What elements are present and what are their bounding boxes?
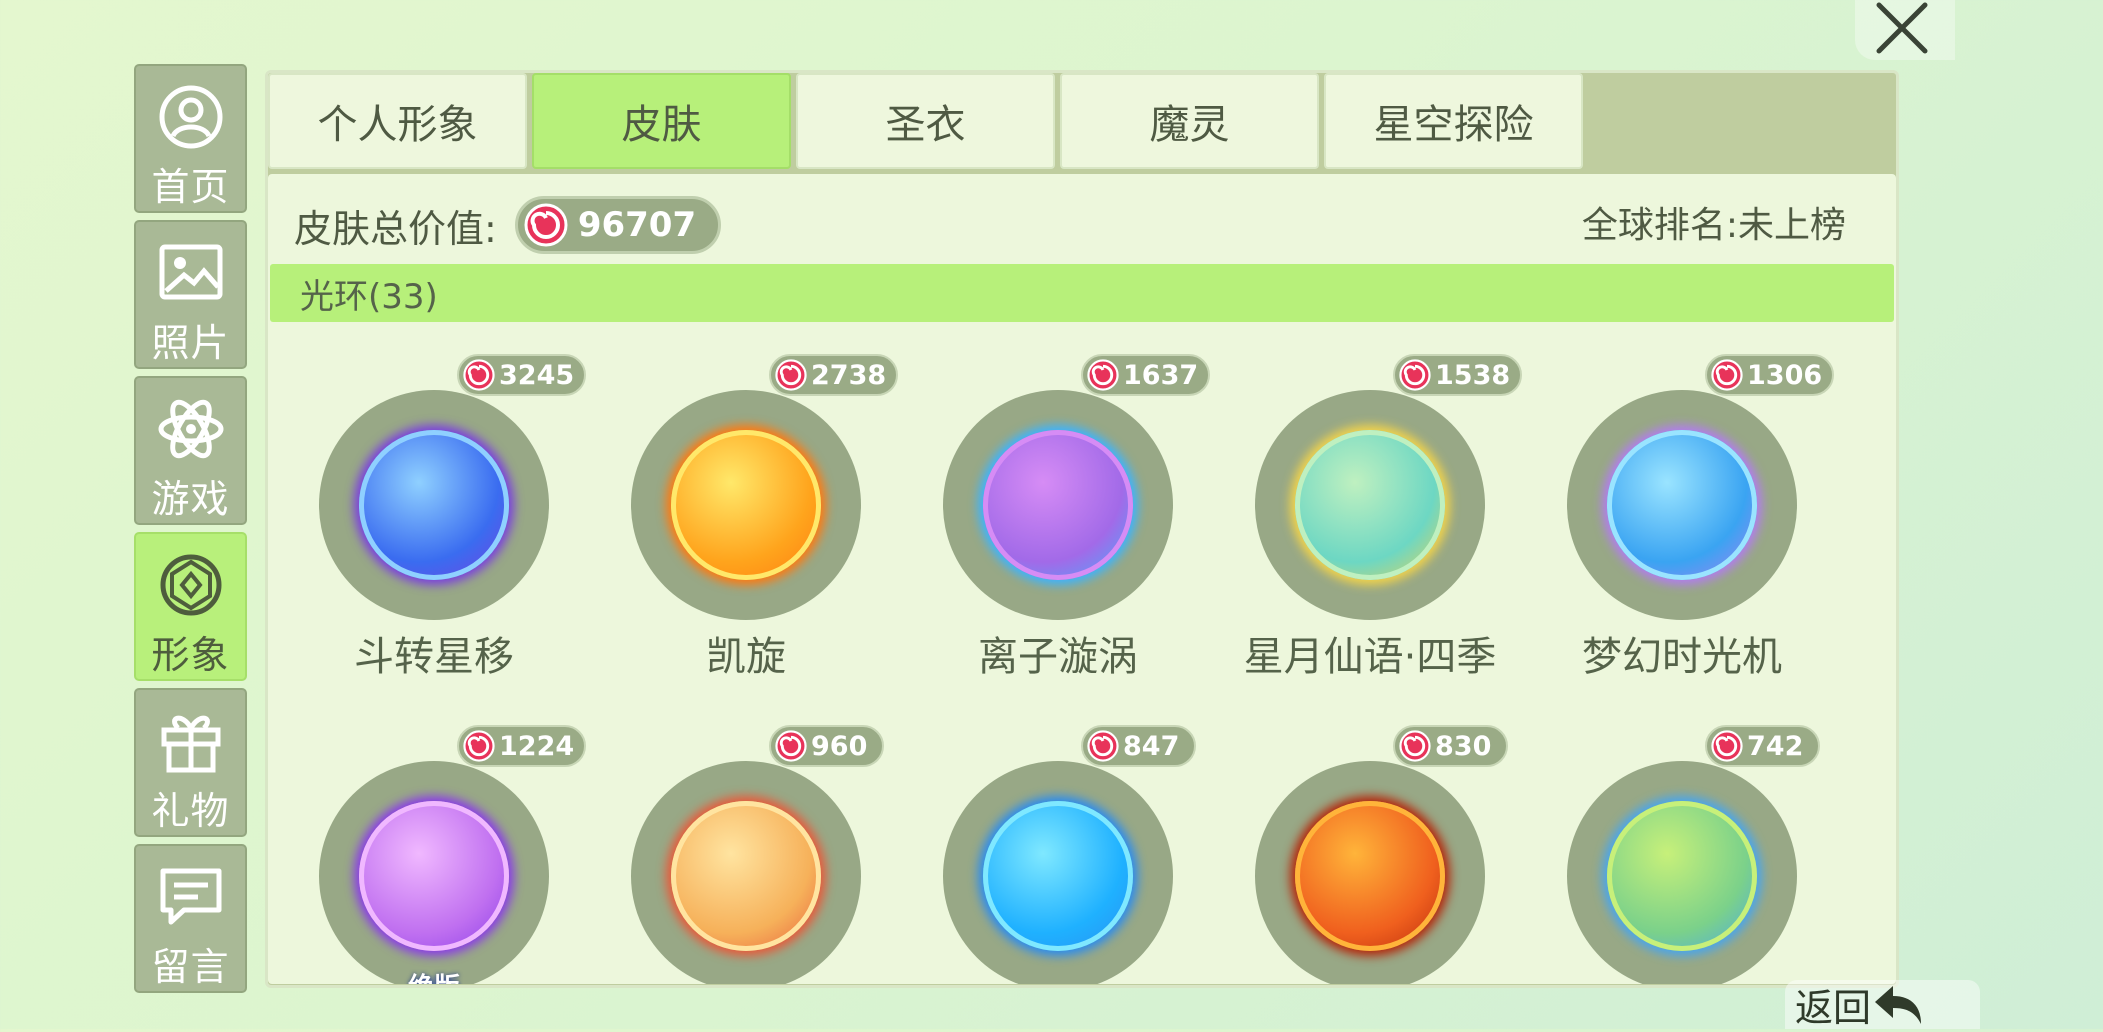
rank-value: 未上榜 <box>1737 205 1846 246</box>
item-price: 960 <box>811 730 868 762</box>
atom-icon <box>155 394 227 464</box>
item-price-badge: 1538 <box>1393 354 1523 396</box>
candy-icon <box>775 730 807 762</box>
halo-orb-icon <box>1607 430 1757 580</box>
photo-icon <box>155 238 227 308</box>
skin-value-row: 皮肤总价值: 96707 <box>294 196 722 254</box>
item-name: 星月仙语·四季 <box>1243 634 1497 680</box>
item-price-badge: 3245 <box>457 354 587 396</box>
halo-orb-icon <box>671 801 821 951</box>
back-arrow-icon <box>1875 985 1922 1024</box>
sidebar-item-games[interactable]: 游戏 <box>134 376 247 525</box>
candy-icon <box>775 359 807 391</box>
tab-skins[interactable]: 皮肤 <box>532 73 791 169</box>
halo-orb-icon <box>359 801 509 951</box>
candy-icon <box>524 203 568 247</box>
candy-icon <box>1087 359 1119 391</box>
gift-icon <box>155 706 227 776</box>
skin-value-pill: 96707 <box>514 196 722 254</box>
halo-item[interactable]: 2738 凯旋 <box>584 354 899 694</box>
halo-item[interactable]: 960 <box>584 725 884 984</box>
halo-item[interactable]: 1637 离子漩涡 <box>896 354 1211 694</box>
item-price: 1637 <box>1123 359 1199 391</box>
sidebar-item-label: 游戏 <box>151 477 230 521</box>
user-circle-icon <box>155 82 227 152</box>
sidebar-item-messages[interactable]: 留言 <box>134 844 247 993</box>
tab-spirits[interactable]: 魔灵 <box>1060 73 1319 169</box>
back-button[interactable]: 返回 <box>1785 980 1980 1030</box>
section-header-halo[interactable]: 光环(33) <box>270 264 1894 322</box>
halo-item[interactable]: 1306 梦幻时光机 <box>1520 354 1835 694</box>
item-name: 凯旋 <box>706 634 786 680</box>
item-name: 梦幻时光机 <box>1582 634 1782 680</box>
candy-icon <box>1399 730 1431 762</box>
item-price: 2738 <box>811 359 887 391</box>
item-price: 742 <box>1747 730 1804 762</box>
item-price: 1306 <box>1747 359 1823 391</box>
sidebar-item-photos[interactable]: 照片 <box>134 220 247 369</box>
item-price-badge: 2738 <box>769 354 899 396</box>
skin-value-label: 皮肤总价值: <box>294 206 497 251</box>
halo-orb-icon <box>359 430 509 580</box>
candy-icon <box>1711 730 1743 762</box>
item-price-badge: 1224 <box>457 725 587 767</box>
sidebar: 首页 照片 游戏 形象 礼物 留言 <box>134 64 249 1000</box>
item-price-badge: 1637 <box>1081 354 1211 396</box>
sidebar-item-label: 形象 <box>151 633 230 677</box>
rank-label: 全球排名: <box>1581 205 1738 246</box>
global-rank: 全球排名:未上榜 <box>1582 196 1846 248</box>
tab-bar: 个人形象 皮肤 圣衣 魔灵 星空探险 <box>268 73 1588 173</box>
item-price-badge: 742 <box>1705 725 1820 767</box>
item-price: 1224 <box>499 730 575 762</box>
sidebar-item-gifts[interactable]: 礼物 <box>134 688 247 837</box>
sidebar-item-label: 首页 <box>151 165 230 209</box>
candy-icon <box>1087 730 1119 762</box>
halo-orb-icon <box>1607 801 1757 951</box>
item-price-badge: 960 <box>769 725 884 767</box>
back-label: 返回 <box>1795 986 1872 1030</box>
item-price-badge: 847 <box>1081 725 1196 767</box>
halo-item[interactable]: 1538 星月仙语·四季 <box>1208 354 1523 694</box>
candy-icon <box>1711 359 1743 391</box>
item-price: 1538 <box>1435 359 1511 391</box>
halo-orb-icon <box>1295 801 1445 951</box>
item-price: 830 <box>1435 730 1492 762</box>
tab-space-adventure[interactable]: 星空探险 <box>1324 73 1583 169</box>
sidebar-item-label: 礼物 <box>151 789 230 833</box>
close-button[interactable] <box>1855 0 1955 60</box>
candy-icon <box>1399 359 1431 391</box>
item-price: 3245 <box>499 359 575 391</box>
halo-item[interactable]: 1224 绝版 <box>272 725 587 984</box>
halo-item[interactable]: 830 <box>1208 725 1508 984</box>
item-price-badge: 830 <box>1393 725 1508 767</box>
halo-orb-icon <box>671 430 821 580</box>
close-icon <box>1876 2 1928 54</box>
item-name: 离子漩涡 <box>978 634 1138 680</box>
halo-orb-icon <box>983 430 1133 580</box>
sidebar-item-home[interactable]: 首页 <box>134 64 247 213</box>
chat-icon <box>155 862 227 932</box>
halo-orb-icon <box>1295 430 1445 580</box>
skin-content: 皮肤总价值: 96707 全球排名:未上榜 光环(33) 3245 斗转星移 273… <box>268 174 1896 984</box>
halo-item[interactable]: 3245 斗转星移 <box>272 354 587 694</box>
item-price-badge: 1306 <box>1705 354 1835 396</box>
candy-icon <box>463 359 495 391</box>
sidebar-item-label: 照片 <box>151 321 230 365</box>
sidebar-item-label: 留言 <box>151 945 230 989</box>
sidebar-item-avatar[interactable]: 形象 <box>134 532 247 681</box>
main-panel: 个人形象 皮肤 圣衣 魔灵 星空探险 皮肤总价值: 96707 全球排名:未上榜… <box>265 70 1899 988</box>
tab-armor[interactable]: 圣衣 <box>796 73 1055 169</box>
limited-edition-badge: 绝版 <box>388 975 480 984</box>
skin-value: 96707 <box>577 205 697 245</box>
diamond-icon <box>155 550 227 620</box>
item-price: 847 <box>1123 730 1180 762</box>
item-name: 斗转星移 <box>354 634 514 680</box>
halo-item[interactable]: 742 <box>1520 725 1820 984</box>
halo-item[interactable]: 847 <box>896 725 1196 984</box>
section-title: 光环(33) <box>300 276 438 317</box>
halo-orb-icon <box>983 801 1133 951</box>
candy-icon <box>463 730 495 762</box>
tab-profile[interactable]: 个人形象 <box>268 73 527 169</box>
